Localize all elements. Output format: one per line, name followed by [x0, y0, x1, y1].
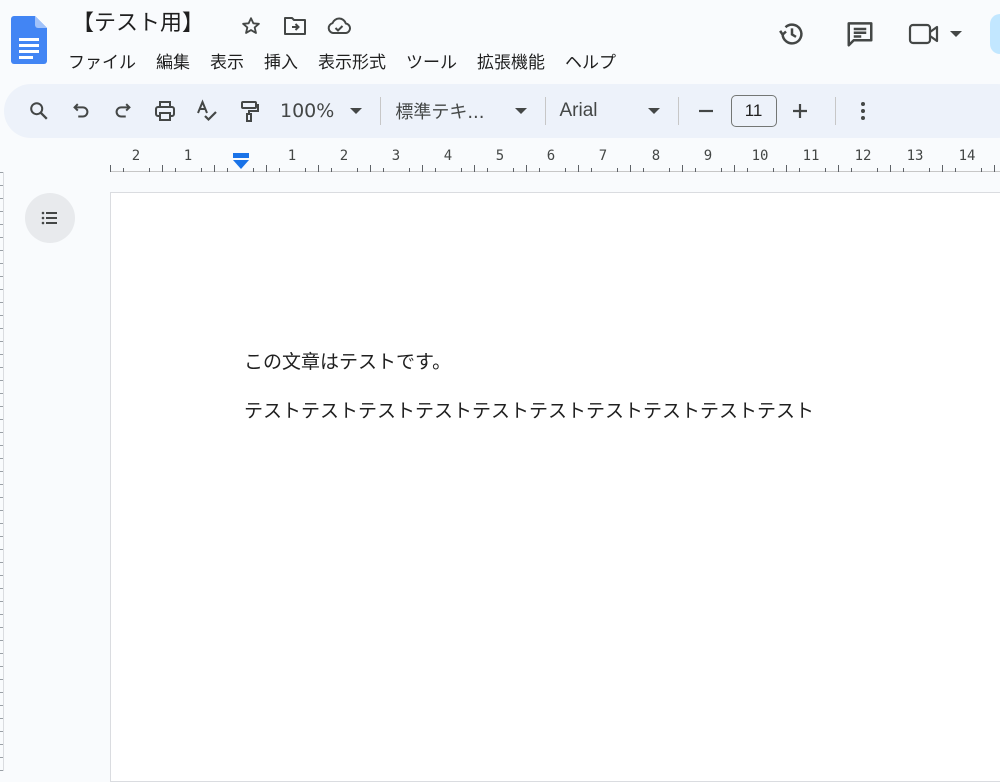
- menu-file[interactable]: ファイル: [58, 46, 146, 75]
- document-title[interactable]: 【テスト用】: [72, 9, 204, 39]
- ruler-tick: [318, 165, 319, 172]
- zoom-select[interactable]: 100%: [280, 94, 363, 128]
- ruler-label: 7: [598, 148, 608, 164]
- google-docs-logo-icon[interactable]: [11, 16, 47, 64]
- menu-extensions[interactable]: 拡張機能: [467, 46, 555, 75]
- paragraph-style-value: 標準テキ...: [395, 102, 485, 123]
- ruler-tick: [110, 165, 111, 172]
- ruler-label: 12: [854, 148, 872, 164]
- ruler-label: 4: [443, 148, 453, 164]
- cloud-saved-icon[interactable]: [324, 12, 354, 40]
- menu-view[interactable]: 表示: [200, 46, 254, 75]
- ruler-label: 11: [802, 148, 820, 164]
- font-size-input[interactable]: 11: [730, 95, 777, 127]
- chevron-down-icon: [350, 108, 363, 114]
- left-panel: [0, 172, 110, 771]
- ruler-tick: [422, 165, 423, 172]
- ruler-tick: [526, 165, 527, 172]
- menu-bar: ファイル 編集 表示 挿入 表示形式 ツール 拡張機能 ヘルプ: [58, 46, 626, 74]
- ruler-tick: [734, 165, 735, 172]
- toolbar-divider: [834, 97, 836, 125]
- ruler-label: 10: [751, 148, 769, 164]
- zoom-value: 100%: [280, 100, 335, 122]
- menu-insert[interactable]: 挿入: [254, 46, 308, 75]
- toolbar-divider: [380, 97, 382, 125]
- ruler-tick: [994, 165, 995, 172]
- spellcheck-icon[interactable]: [190, 94, 224, 128]
- search-menus-icon[interactable]: [22, 94, 56, 128]
- ruler-tick: [266, 165, 267, 172]
- body-paragraph[interactable]: テストテストテストテストテストテストテストテストテストテスト: [244, 396, 814, 423]
- ruler-tick: [214, 165, 215, 172]
- menu-tools[interactable]: ツール: [396, 46, 467, 75]
- horizontal-ruler[interactable]: 2 1 1 2 3 4 5 6 7 8 9 10 11 12 13 14: [110, 144, 1000, 172]
- ruler-tick: [890, 165, 891, 172]
- more-options-icon[interactable]: [846, 94, 880, 128]
- ruler-label: 2: [131, 148, 141, 164]
- ruler-label: 2: [339, 148, 349, 164]
- ruler-tick: [682, 165, 683, 172]
- version-history-icon[interactable]: [772, 14, 812, 54]
- ruler-tick: [786, 165, 787, 172]
- paragraph-style-select[interactable]: 標準テキ...: [395, 94, 527, 128]
- ruler-tick: [370, 165, 371, 172]
- ruler-tick: [942, 165, 943, 172]
- title-bar: 【テスト用】 ファイル 編集 表示 挿入 表示形式 ツール 拡張機能 ヘルプ: [0, 0, 1000, 80]
- ruler-tick: [838, 165, 839, 172]
- body-paragraph[interactable]: この文章はテストです。: [244, 347, 451, 374]
- ruler-label: 3: [391, 148, 401, 164]
- toolbar-divider: [677, 97, 679, 125]
- ruler-label: 1: [183, 148, 193, 164]
- paint-format-icon[interactable]: [232, 94, 266, 128]
- meet-icon: [908, 23, 939, 45]
- ruler-label: 9: [703, 148, 713, 164]
- outline-list-icon: [41, 211, 57, 225]
- minus-icon: [698, 109, 713, 113]
- ruler-label: 6: [546, 148, 556, 164]
- toolbar: 100% 標準テキ... Arial 11: [4, 84, 1000, 138]
- ruler-tick: [630, 165, 631, 172]
- menu-edit[interactable]: 編集: [146, 46, 200, 75]
- ruler-tick: [474, 165, 475, 172]
- font-family-value: Arial: [559, 100, 598, 121]
- font-family-select[interactable]: Arial: [560, 94, 660, 128]
- document-outline-button[interactable]: [25, 193, 75, 243]
- share-button-edge[interactable]: [990, 14, 1000, 54]
- ruler-tick: [578, 165, 579, 172]
- top-right-actions: [744, 14, 1000, 54]
- comments-icon[interactable]: [840, 14, 880, 54]
- plus-icon: [792, 104, 807, 118]
- ruler-label: 13: [906, 148, 924, 164]
- indent-marker-icon[interactable]: [232, 153, 250, 171]
- undo-icon[interactable]: [64, 94, 98, 128]
- chevron-down-icon: [950, 31, 962, 37]
- title-actions: [236, 12, 368, 40]
- increase-font-size-button[interactable]: [783, 94, 817, 128]
- print-icon[interactable]: [148, 94, 182, 128]
- meet-button[interactable]: [908, 20, 962, 48]
- ruler-tick: [162, 165, 163, 172]
- decrease-font-size-button[interactable]: [689, 94, 723, 128]
- chevron-down-icon: [647, 108, 660, 114]
- ruler-label: 1: [287, 148, 297, 164]
- redo-icon[interactable]: [106, 94, 140, 128]
- document-page[interactable]: この文章はテストです。 テストテストテストテストテストテストテストテストテストテ…: [110, 192, 1000, 782]
- menu-help[interactable]: ヘルプ: [555, 46, 626, 75]
- ruler-label: 8: [651, 148, 661, 164]
- ruler-label: 14: [958, 148, 976, 164]
- star-icon[interactable]: [236, 12, 266, 40]
- vertical-ruler: [0, 172, 4, 771]
- move-to-folder-icon[interactable]: [280, 12, 310, 40]
- menu-format[interactable]: 表示形式: [308, 46, 396, 75]
- toolbar-divider: [544, 97, 546, 125]
- chevron-down-icon: [514, 108, 527, 114]
- ruler-label: 5: [495, 148, 505, 164]
